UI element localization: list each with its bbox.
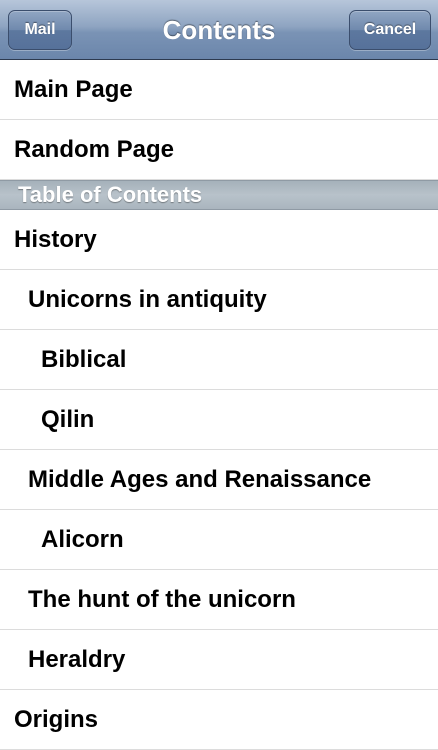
toc-item-the-hunt-of-the-unicorn[interactable]: The hunt of the unicorn [0,570,438,630]
toc-item-biblical[interactable]: Biblical [0,330,438,390]
toc-item-middle-ages-and-renaissance[interactable]: Middle Ages and Renaissance [0,450,438,510]
list-item-main-page[interactable]: Main Page [0,60,438,120]
mail-button[interactable]: Mail [8,10,72,50]
toc-item-unicorns-in-antiquity[interactable]: Unicorns in antiquity [0,270,438,330]
section-header-table-of-contents: Table of Contents [0,180,438,210]
toc-item-alicorn[interactable]: Alicorn [0,510,438,570]
toc-item-history[interactable]: History [0,210,438,270]
cancel-button[interactable]: Cancel [349,10,431,50]
contents-screen: Mail Contents Cancel Main Page Random Pa… [0,0,438,750]
list-item-random-page[interactable]: Random Page [0,120,438,180]
toc-item-origins[interactable]: Origins [0,690,438,750]
contents-list: Main Page Random Page Table of Contents … [0,60,438,750]
toc-item-qilin[interactable]: Qilin [0,390,438,450]
navigation-bar: Mail Contents Cancel [0,0,438,60]
toc-item-heraldry[interactable]: Heraldry [0,630,438,690]
